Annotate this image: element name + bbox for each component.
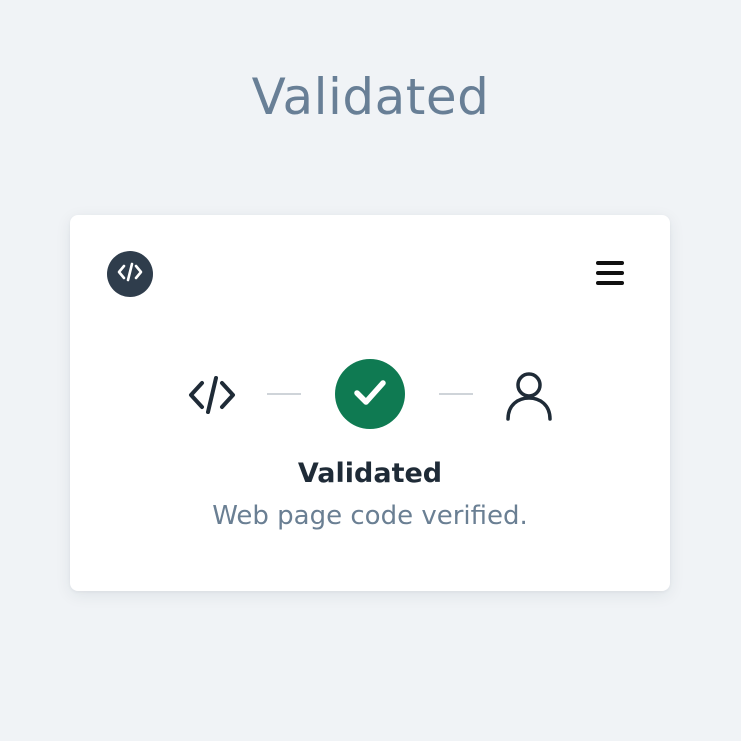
step-connector [267, 393, 301, 395]
menu-button[interactable] [585, 255, 635, 295]
status-title: Validated [297, 458, 443, 489]
check-icon [353, 378, 387, 410]
status-description: Web page code verified. [212, 501, 528, 531]
step-code [188, 373, 236, 417]
page: Validated Validated Web page code verifi… [0, 0, 741, 741]
progress-steps [70, 359, 670, 429]
code-icon [117, 261, 143, 287]
code-icon [188, 376, 236, 421]
step-validated [335, 359, 405, 429]
step-user [503, 370, 555, 422]
logo [107, 251, 153, 297]
user-icon [503, 372, 555, 426]
validation-card: Validated Web page code verified. [70, 215, 670, 591]
hamburger-menu-icon [596, 260, 624, 290]
step-connector [439, 393, 473, 395]
page-title: Validated [251, 68, 490, 126]
